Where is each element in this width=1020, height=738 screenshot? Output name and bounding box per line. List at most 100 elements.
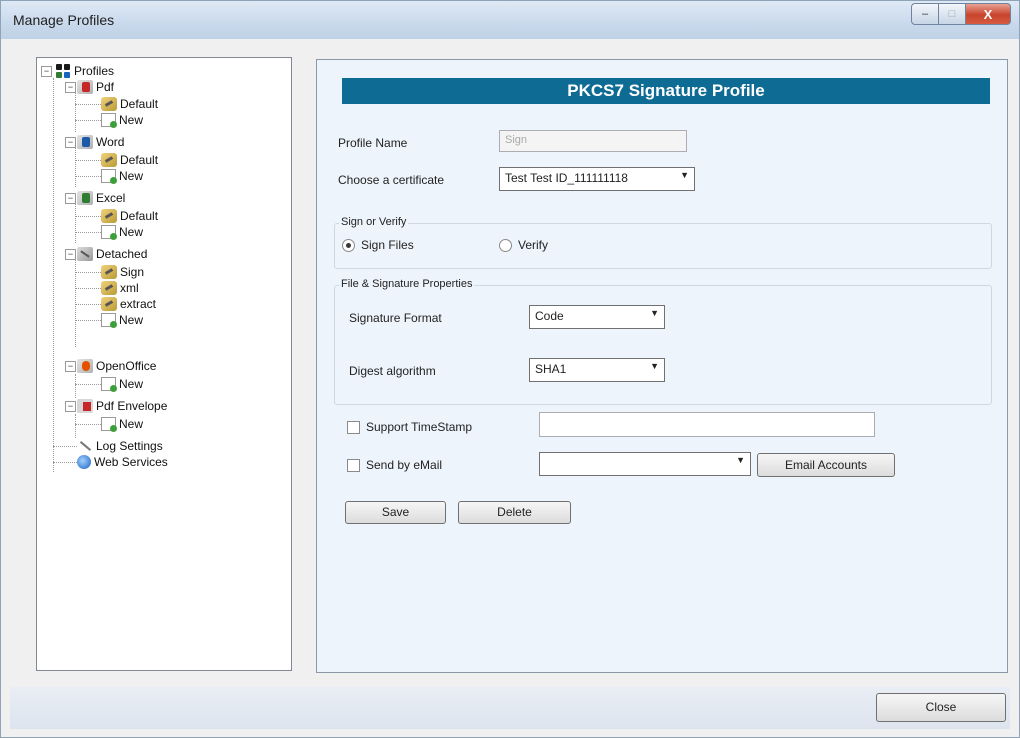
dialog-footer: Close <box>10 687 1010 729</box>
sign-files-radio[interactable]: Sign Files <box>342 238 414 252</box>
log-settings-icon <box>77 439 93 453</box>
minimize-button[interactable]: – <box>911 3 939 25</box>
digest-algorithm-label: Digest algorithm <box>349 364 436 378</box>
checkbox-icon <box>347 458 360 472</box>
title-bar: Manage Profiles – □ X <box>1 1 1019 39</box>
tree-node-profiles[interactable]: Profiles <box>55 63 114 79</box>
tree-node-web-services[interactable]: Web Services <box>77 454 168 470</box>
expander-detached[interactable]: − <box>65 249 76 260</box>
chevron-down-icon: ▼ <box>650 361 659 371</box>
new-profile-icon <box>101 313 117 328</box>
expander-excel[interactable]: − <box>65 193 76 204</box>
profile-name-field[interactable]: Sign <box>499 130 687 152</box>
signature-icon <box>101 265 117 279</box>
tree-node-excel[interactable]: Excel <box>77 190 125 206</box>
tree-node-pdf-new[interactable]: New <box>101 112 143 128</box>
email-select[interactable]: ▼ <box>539 452 751 476</box>
support-timestamp-checkbox[interactable]: Support TimeStamp <box>347 420 472 434</box>
expander-word[interactable]: − <box>65 137 76 148</box>
openoffice-icon <box>77 359 93 373</box>
expander-pdf[interactable]: − <box>65 82 76 93</box>
maximize-icon: □ <box>948 8 956 20</box>
profiles-icon <box>55 64 71 78</box>
new-profile-icon <box>101 225 117 240</box>
certificate-select[interactable]: Test Test ID_111111118 ▼ <box>499 167 695 191</box>
close-icon: X <box>983 6 993 22</box>
tree-node-pdf-envelope-new[interactable]: New <box>101 416 143 432</box>
checkbox-icon <box>347 420 360 434</box>
chevron-down-icon: ▼ <box>680 170 689 180</box>
tree-node-openoffice-new[interactable]: New <box>101 376 143 392</box>
panel-title: PKCS7 Signature Profile <box>342 78 990 104</box>
tree-node-detached-new[interactable]: New <box>101 312 143 328</box>
tree-line <box>75 92 76 132</box>
new-profile-icon <box>101 377 117 392</box>
tree-node-log-settings[interactable]: Log Settings <box>77 438 163 454</box>
detached-icon <box>77 247 93 261</box>
certificate-label: Choose a certificate <box>338 173 445 187</box>
tree-node-word-new[interactable]: New <box>101 168 143 184</box>
manage-profiles-window: Manage Profiles – □ X − Profiles − Pdf D… <box>0 0 1020 738</box>
signature-icon <box>101 297 117 311</box>
close-button[interactable]: Close <box>876 693 1006 722</box>
tree-line <box>75 374 76 398</box>
window-controls: – □ X <box>911 3 1011 25</box>
tree-node-detached-xml[interactable]: xml <box>101 280 139 296</box>
delete-button[interactable]: Delete <box>458 501 571 524</box>
signature-icon <box>101 209 117 223</box>
signature-icon <box>101 97 117 111</box>
tree-line <box>53 78 54 472</box>
profiles-tree[interactable]: − Profiles − Pdf Default New − Word Defa… <box>36 57 292 671</box>
tree-node-excel-default[interactable]: Default <box>101 208 158 224</box>
word-icon <box>77 135 93 149</box>
tree-node-excel-new[interactable]: New <box>101 224 143 240</box>
pdf-icon <box>77 80 93 94</box>
expander-pdf-envelope[interactable]: − <box>65 401 76 412</box>
tree-node-word[interactable]: Word <box>77 134 124 150</box>
new-profile-icon <box>101 113 117 128</box>
save-button[interactable]: Save <box>345 501 446 524</box>
file-signature-group <box>334 285 992 405</box>
profile-panel: PKCS7 Signature Profile Profile Name Sig… <box>316 59 1008 673</box>
radio-selected-icon <box>342 238 355 252</box>
maximize-button[interactable]: □ <box>939 3 966 25</box>
tree-line <box>75 203 76 243</box>
radio-icon <box>499 238 512 252</box>
expander-profiles[interactable]: − <box>41 66 52 77</box>
minimize-icon: – <box>921 8 929 20</box>
tree-node-detached-extract[interactable]: extract <box>101 296 156 312</box>
client-area: − Profiles − Pdf Default New − Word Defa… <box>10 39 1010 729</box>
chevron-down-icon: ▼ <box>650 308 659 318</box>
excel-icon <box>77 191 93 205</box>
signature-icon <box>101 281 117 295</box>
tree-line <box>75 414 76 438</box>
tree-node-pdf-default[interactable]: Default <box>101 96 158 112</box>
signature-format-select[interactable]: Code ▼ <box>529 305 665 329</box>
signature-icon <box>101 153 117 167</box>
tree-node-pdf-envelope[interactable]: Pdf Envelope <box>77 398 167 414</box>
sign-verify-group <box>334 223 992 269</box>
tree-node-pdf[interactable]: Pdf <box>77 79 114 95</box>
tree-node-word-default[interactable]: Default <box>101 152 158 168</box>
new-profile-icon <box>101 417 117 432</box>
verify-radio[interactable]: Verify <box>499 238 548 252</box>
profile-name-label: Profile Name <box>338 136 408 150</box>
envelope-icon <box>77 399 93 413</box>
tree-node-detached[interactable]: Detached <box>77 246 147 262</box>
digest-algorithm-select[interactable]: SHA1 ▼ <box>529 358 665 382</box>
timestamp-url-input[interactable] <box>539 412 875 437</box>
sign-verify-group-title: Sign or Verify <box>339 216 409 228</box>
chevron-down-icon: ▼ <box>736 455 745 465</box>
window-close-button[interactable]: X <box>966 3 1011 25</box>
tree-line <box>75 147 76 187</box>
globe-icon <box>77 455 91 469</box>
tree-node-detached-sign[interactable]: Sign <box>101 264 144 280</box>
email-accounts-button[interactable]: Email Accounts <box>757 453 895 477</box>
file-signature-group-title: File & Signature Properties <box>339 278 475 290</box>
signature-format-label: Signature Format <box>349 311 442 325</box>
tree-node-openoffice[interactable]: OpenOffice <box>77 358 156 374</box>
window-title: Manage Profiles <box>13 12 115 28</box>
expander-openoffice[interactable]: − <box>65 361 76 372</box>
send-by-email-checkbox[interactable]: Send by eMail <box>347 458 442 472</box>
new-profile-icon <box>101 169 117 184</box>
